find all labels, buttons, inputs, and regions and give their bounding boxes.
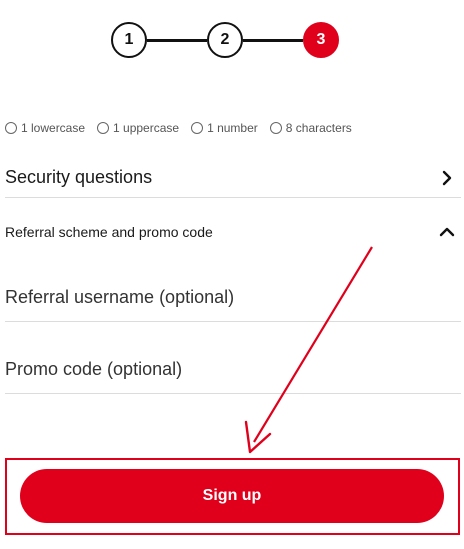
requirement-uppercase: 1 uppercase	[97, 121, 179, 135]
signup-page: 1 2 3 1 lowercase 1 uppercase 1 number 8…	[0, 0, 464, 549]
chevron-right-icon	[439, 170, 455, 186]
requirement-label: 8 characters	[285, 121, 352, 135]
step-2: 2	[207, 22, 243, 58]
radio-circle-icon	[191, 122, 204, 134]
security-questions-row[interactable]: Security questions	[5, 158, 461, 198]
requirement-length: 8 characters	[269, 121, 352, 135]
radio-circle-icon	[5, 122, 17, 134]
security-questions-label: Security questions	[5, 167, 153, 187]
progress-stepper: 1 2 3	[111, 22, 341, 58]
radio-circle-icon	[97, 122, 110, 134]
requirement-label: 1 number	[207, 121, 258, 135]
referral-username-field[interactable]: Referral username (optional)	[5, 274, 461, 322]
requirement-label: 1 lowercase	[21, 121, 86, 135]
referral-username-placeholder: Referral username (optional)	[5, 287, 235, 307]
requirement-label: 1 uppercase	[113, 121, 180, 135]
password-requirements: 1 lowercase 1 uppercase 1 number 8 chara…	[5, 121, 364, 135]
step-connector	[243, 39, 303, 42]
step-1: 1	[111, 22, 147, 58]
promo-code-field[interactable]: Promo code (optional)	[5, 346, 461, 394]
step-connector	[147, 39, 207, 42]
chevron-up-icon	[439, 224, 455, 240]
requirement-number: 1 number	[191, 121, 258, 135]
radio-circle-icon	[269, 122, 282, 134]
signup-button[interactable]: Sign up	[20, 469, 444, 523]
referral-section-label: Referral scheme and promo code	[5, 224, 213, 240]
promo-code-placeholder: Promo code (optional)	[5, 359, 183, 379]
requirement-lowercase: 1 lowercase	[5, 121, 85, 135]
referral-section-header[interactable]: Referral scheme and promo code	[5, 220, 461, 244]
step-3-active: 3	[303, 22, 339, 58]
